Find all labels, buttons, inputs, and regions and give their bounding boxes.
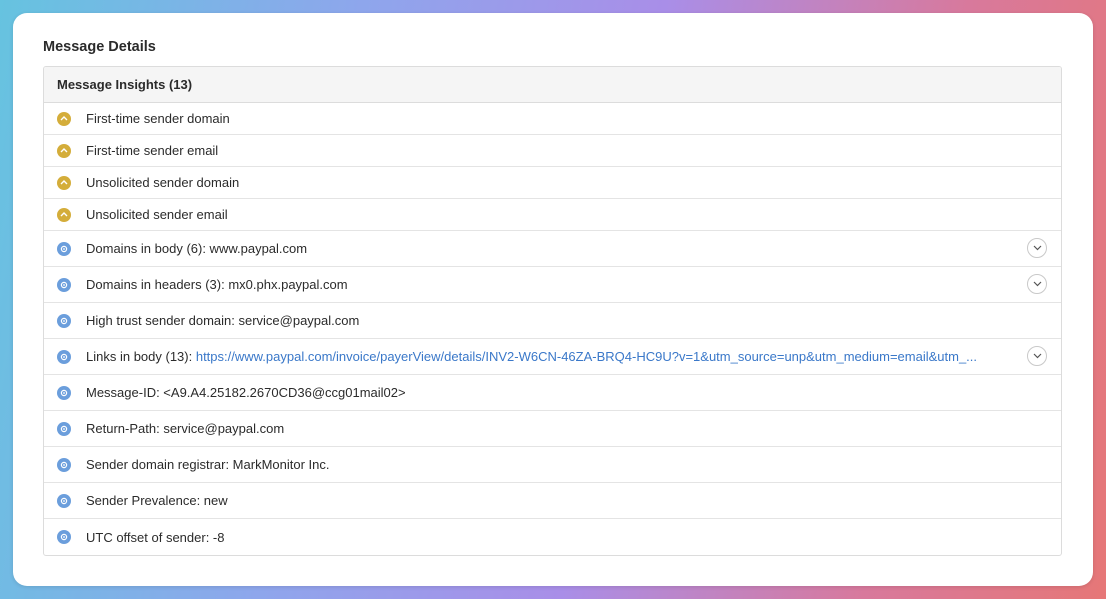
- insight-label: Sender Prevalence: new: [86, 493, 228, 508]
- insight-row: First-time sender domain: [44, 103, 1061, 135]
- expand-chevron-button[interactable]: [1027, 237, 1047, 258]
- info-icon: [57, 493, 71, 508]
- warning-icon: [57, 143, 71, 158]
- insight-row: Message-ID: <A9.A4.25182.2670CD36@ccg01m…: [44, 375, 1061, 411]
- insight-label: Sender domain registrar: MarkMonitor Inc…: [86, 457, 330, 472]
- warning-icon: [57, 111, 71, 126]
- info-icon: [57, 385, 71, 400]
- info-icon: [57, 277, 71, 292]
- insight-label: First-time sender domain: [86, 111, 230, 126]
- insight-label: Domains in headers (3): mx0.phx.paypal.c…: [86, 277, 348, 292]
- insight-label: Domains in body (6): www.paypal.com: [86, 241, 308, 256]
- insight-label: Unsolicited sender email: [86, 207, 228, 222]
- message-insights-header: Message Insights (13): [44, 67, 1061, 103]
- body-link[interactable]: https://www.paypal.com/invoice/payerView…: [196, 349, 977, 364]
- insight-label: Links in body (13):: [86, 349, 196, 364]
- insight-row: Sender Prevalence: new: [44, 483, 1061, 519]
- warning-icon: [57, 207, 71, 222]
- insight-row: Unsolicited sender domain: [44, 167, 1061, 199]
- insight-row[interactable]: Links in body (13): https://www.paypal.c…: [44, 339, 1061, 375]
- insight-label: Message-ID: <A9.A4.25182.2670CD36@ccg01m…: [86, 385, 406, 400]
- info-icon: [57, 421, 71, 436]
- insight-label: High trust sender domain: service@paypal…: [86, 313, 360, 328]
- insight-label: Return-Path: service@paypal.com: [86, 421, 285, 436]
- insight-row: UTC offset of sender: -8: [44, 519, 1061, 555]
- message-details-card: Message Details Message Insights (13) Fi…: [13, 13, 1093, 586]
- expand-chevron-button[interactable]: [1027, 345, 1047, 366]
- expand-chevron-button[interactable]: [1027, 273, 1047, 294]
- insight-label: Unsolicited sender domain: [86, 175, 240, 190]
- insight-row: Unsolicited sender email: [44, 199, 1061, 231]
- warning-icon: [57, 175, 71, 190]
- page-title: Message Details: [43, 39, 156, 55]
- info-icon: [57, 457, 71, 472]
- insight-row: First-time sender email: [44, 135, 1061, 167]
- info-icon: [57, 530, 71, 544]
- insight-row[interactable]: Domains in body (6): www.paypal.com: [44, 231, 1061, 267]
- info-icon: [57, 241, 71, 256]
- insight-label-with-link: Links in body (13): https://www.paypal.c…: [86, 349, 977, 364]
- info-icon: [57, 313, 71, 328]
- insight-row[interactable]: Domains in headers (3): mx0.phx.paypal.c…: [44, 267, 1061, 303]
- insight-label: UTC offset of sender: -8: [86, 529, 225, 545]
- insight-row: High trust sender domain: service@paypal…: [44, 303, 1061, 339]
- info-icon: [57, 349, 71, 364]
- insight-row: Return-Path: service@paypal.com: [44, 411, 1061, 447]
- insight-row: Sender domain registrar: MarkMonitor Inc…: [44, 447, 1061, 483]
- message-insights-panel: Message Insights (13) First-time sender …: [43, 66, 1062, 556]
- insight-label: First-time sender email: [86, 143, 219, 158]
